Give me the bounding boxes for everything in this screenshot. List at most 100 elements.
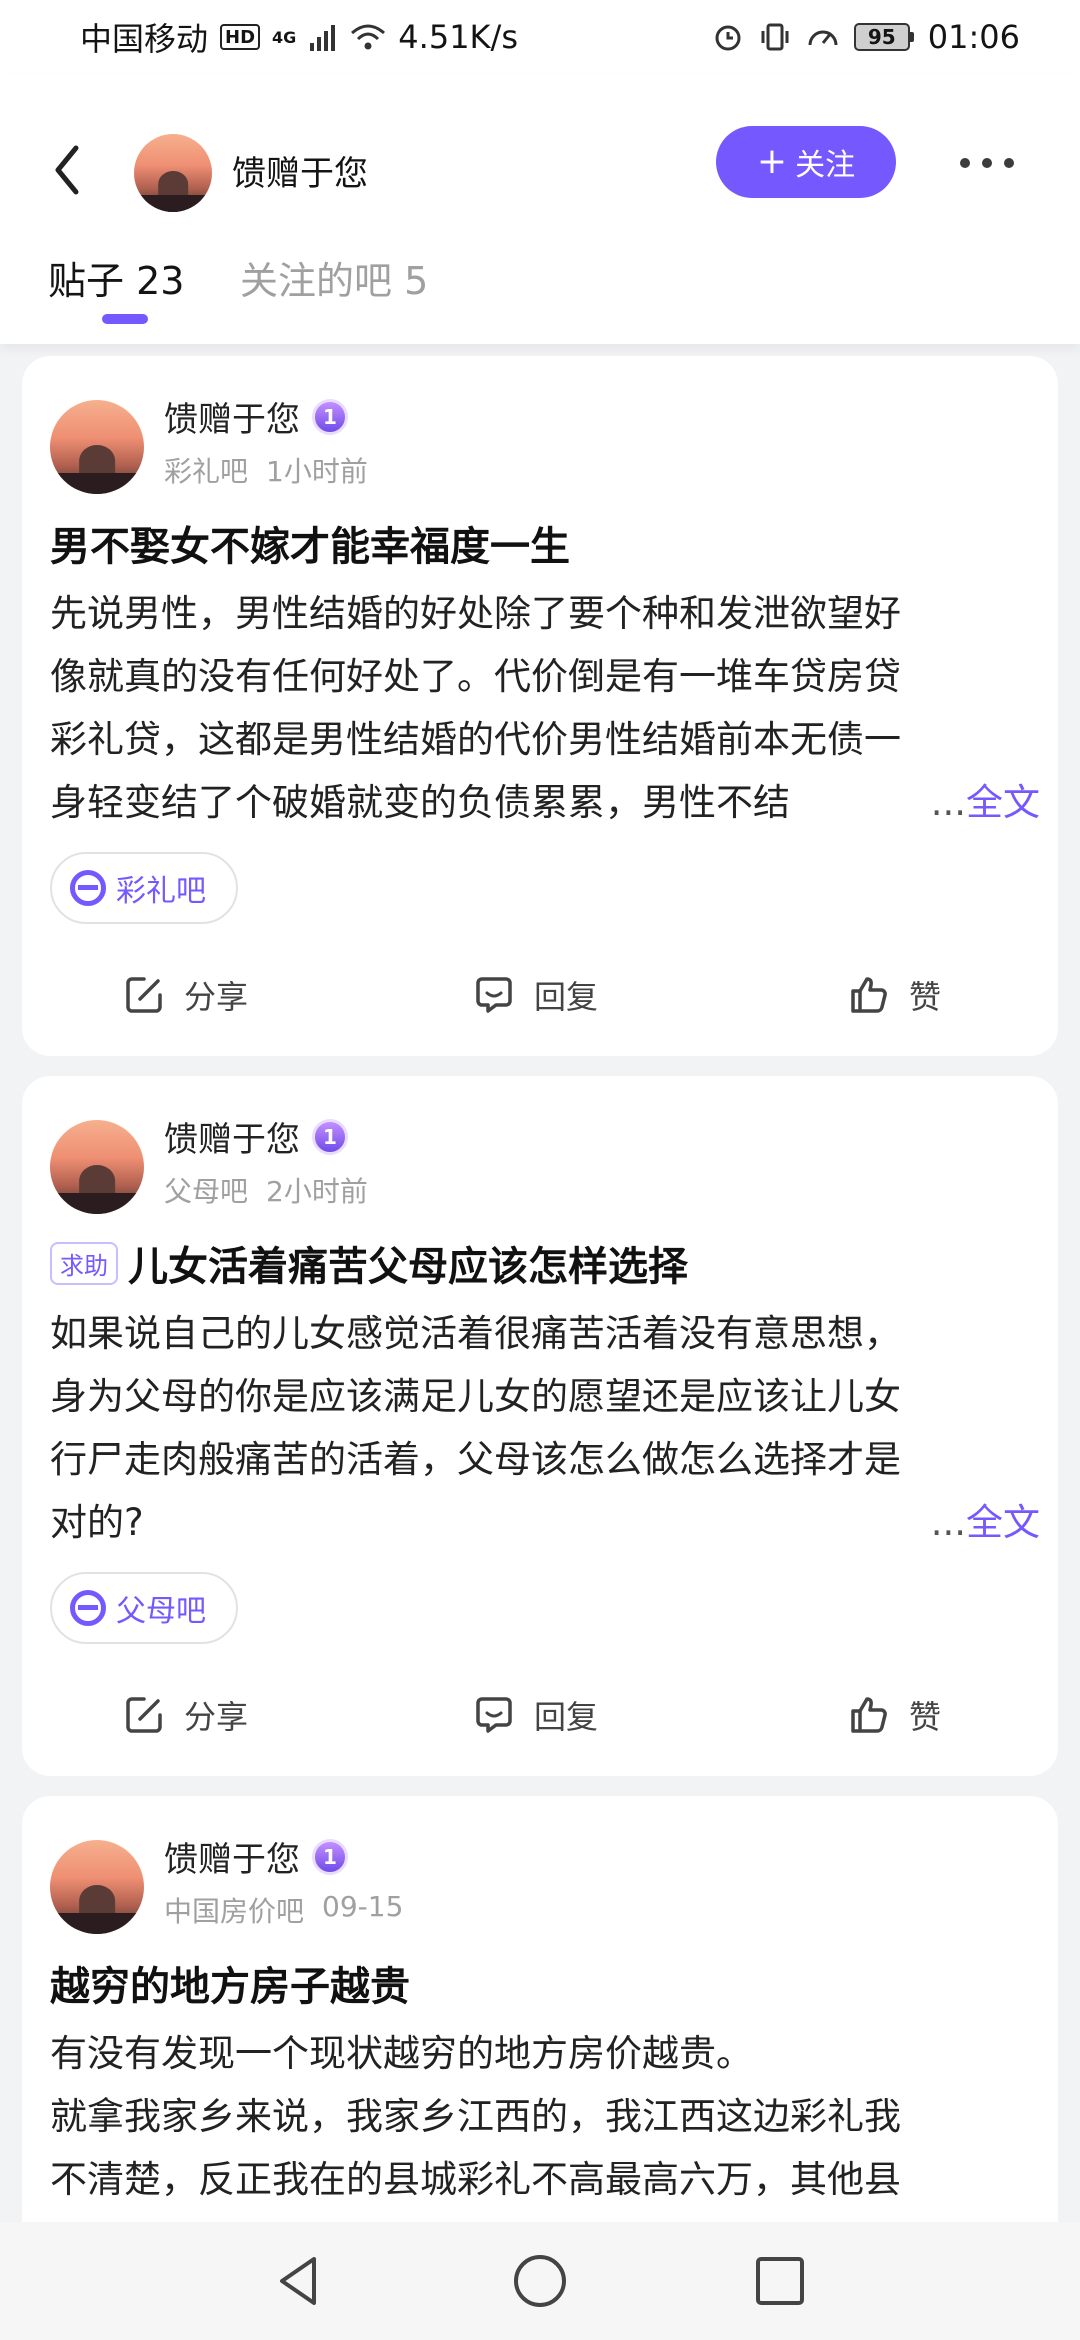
level-badge-icon: 1: [312, 1118, 348, 1155]
post-forum: 中国房价吧: [164, 1895, 305, 1928]
forum-chip[interactable]: 彩礼吧: [50, 852, 238, 924]
post-author[interactable]: 馈赠于您: [164, 1832, 300, 1881]
network-speed: 4.51K/s: [398, 18, 518, 56]
profile-tabs: 贴子 23 关注的吧 5: [0, 242, 1080, 312]
full-text-link[interactable]: ...全文: [931, 1491, 1040, 1554]
avatar[interactable]: [50, 400, 144, 494]
follow-label: 关注: [795, 148, 856, 183]
post-meta: 中国房价吧 09-15: [164, 1890, 403, 1930]
post-meta: 父母吧 2小时前: [164, 1170, 368, 1210]
post-author-row: 馈赠于您 1: [164, 1832, 348, 1881]
post-time: 09-15: [322, 1890, 404, 1923]
post-actions: 分享 回复 赞: [22, 962, 1058, 1032]
share-label: 分享: [184, 1698, 249, 1736]
help-tag: 求助: [50, 1241, 118, 1285]
clock: 01:06: [927, 18, 1020, 56]
network-label: 4G: [272, 28, 297, 47]
post-body-line: 身轻变结了个破婚就变的负债累累，男性不结: [50, 781, 790, 824]
post-card[interactable]: 馈赠于您 1 父母吧 2小时前 求助 儿女活着痛苦父母应该怎样选择 如果说自己的…: [22, 1076, 1058, 1776]
level-badge-icon: 1: [312, 1838, 348, 1875]
tab-posts[interactable]: 贴子 23: [48, 250, 184, 305]
follow-button[interactable]: + 关注: [716, 126, 896, 198]
wifi-icon: [351, 24, 386, 50]
post-title[interactable]: 越穷的地方房子越贵: [50, 1954, 410, 2012]
post-body-line: 如果说自己的儿女感觉活着很痛苦活着没有意思想，: [50, 1312, 901, 1355]
back-triangle-icon[interactable]: [270, 2251, 330, 2311]
post-body-line: 行尸走肉般痛苦的活着，父母该怎么做怎么选择才是: [50, 1438, 901, 1481]
post-title[interactable]: 男不娶女不嫁才能幸福度一生: [50, 514, 570, 572]
profile-header: 馈赠于您 + 关注 贴子 23 关注的吧 5: [0, 74, 1080, 344]
signal-icon: [310, 25, 336, 51]
like-button[interactable]: 赞: [847, 1692, 941, 1738]
share-icon: [126, 977, 162, 1013]
alarm-icon: [715, 25, 741, 51]
post-title-text: 男不娶女不嫁才能幸福度一生: [50, 524, 570, 570]
post-body-line: 有没有发现一个现状越穷的地方房价越贵。: [50, 2032, 753, 2075]
active-tab-indicator: [102, 314, 148, 324]
post-meta: 彩礼吧 1小时前: [164, 450, 368, 490]
carrier-label: 中国移动: [80, 20, 209, 58]
post-actions: 分享 回复 赞: [22, 1682, 1058, 1752]
post-body-line: 彩礼贷，这都是男性结婚的代价男性结婚前本无债一: [50, 718, 901, 761]
post-body-line: 先说男性，男性结婚的好处除了要个种和发泄欲望好: [50, 592, 901, 635]
like-label: 赞: [909, 1698, 942, 1736]
recents-square-icon[interactable]: [750, 2251, 810, 2311]
forum-chip-label: 彩礼吧: [116, 874, 206, 909]
post-body-line: 身为父母的你是应该满足儿女的愿望还是应该让儿女: [50, 1375, 901, 1418]
post-body-line: 像就真的没有任何好处了。代价倒是有一堆车贷房贷: [50, 655, 901, 698]
reply-label: 回复: [534, 1698, 599, 1736]
avatar[interactable]: [50, 1840, 144, 1934]
speed-gauge-icon: [808, 30, 838, 46]
share-button[interactable]: 分享: [122, 1692, 248, 1738]
post-card[interactable]: 馈赠于您 1 中国房价吧 09-15 越穷的地方房子越贵 有没有发现一个现状越穷…: [22, 1796, 1058, 2264]
forum-icon: [70, 870, 106, 906]
system-nav-bar: [0, 2222, 1080, 2340]
avatar[interactable]: [50, 1120, 144, 1214]
share-button[interactable]: 分享: [122, 972, 248, 1018]
post-title-text: 越穷的地方房子越贵: [50, 1964, 410, 2010]
post-forum: 彩礼吧: [164, 455, 249, 488]
plus-icon: +: [756, 141, 788, 182]
forum-chip[interactable]: 父母吧: [50, 1572, 238, 1644]
status-bar: 中国移动 HD 4G 4.51K/s 95 01:06: [0, 0, 1080, 74]
thumbs-up-icon: [851, 1697, 887, 1733]
vibrate-icon: [761, 23, 789, 51]
post-body[interactable]: 先说男性，男性结婚的好处除了要个种和发泄欲望好 像就真的没有任何好处了。代价倒是…: [50, 582, 1040, 834]
post-author-row: 馈赠于您 1: [164, 1112, 348, 1161]
avatar[interactable]: [134, 134, 212, 212]
reply-label: 回复: [534, 978, 599, 1016]
post-body-line: 就拿我家乡来说，我家乡江西的，我江西这边彩礼我: [50, 2095, 901, 2138]
hd-badge: HD: [220, 24, 261, 50]
post-author-row: 馈赠于您 1: [164, 392, 348, 441]
post-time: 1小时前: [266, 455, 368, 488]
battery-level: 95: [853, 23, 910, 51]
share-icon: [126, 1697, 162, 1733]
back-arrow-icon[interactable]: [48, 142, 88, 198]
post-author[interactable]: 馈赠于您: [164, 392, 300, 441]
comment-icon: [476, 1697, 512, 1733]
level-badge-icon: 1: [312, 398, 348, 435]
forum-chip-label: 父母吧: [116, 1594, 206, 1629]
thumbs-up-icon: [851, 977, 887, 1013]
post-time: 2小时前: [266, 1175, 368, 1208]
post-title[interactable]: 求助 儿女活着痛苦父母应该怎样选择: [50, 1234, 688, 1292]
home-circle-icon[interactable]: [510, 2251, 570, 2311]
top-nav: 馈赠于您 + 关注: [0, 124, 1080, 214]
post-forum: 父母吧: [164, 1175, 249, 1208]
reply-button[interactable]: 回复: [472, 972, 598, 1018]
full-text-link[interactable]: ...全文: [931, 771, 1040, 834]
battery-indicator: 95: [853, 23, 914, 51]
like-button[interactable]: 赞: [847, 972, 941, 1018]
post-body-line: 对的?: [50, 1501, 144, 1544]
forum-icon: [70, 1590, 106, 1626]
post-author[interactable]: 馈赠于您: [164, 1112, 300, 1161]
user-name: 馈赠于您: [232, 154, 368, 194]
post-body[interactable]: 如果说自己的儿女感觉活着很痛苦活着没有意思想， 身为父母的你是应该满足儿女的愿望…: [50, 1302, 1040, 1554]
post-title-text: 儿女活着痛苦父母应该怎样选择: [128, 1244, 688, 1290]
tab-followed-forums[interactable]: 关注的吧 5: [240, 250, 428, 305]
share-label: 分享: [184, 978, 249, 1016]
more-options-icon[interactable]: [960, 158, 1014, 168]
reply-button[interactable]: 回复: [472, 1692, 598, 1738]
like-label: 赞: [909, 978, 942, 1016]
post-card[interactable]: 馈赠于您 1 彩礼吧 1小时前 男不娶女不嫁才能幸福度一生 先说男性，男性结婚的…: [22, 356, 1058, 1056]
